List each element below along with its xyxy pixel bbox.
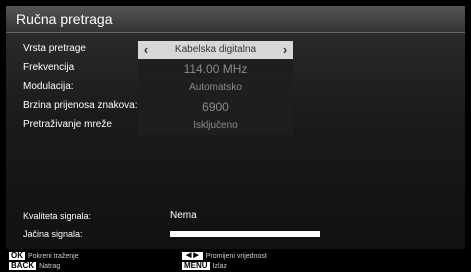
- footer-hints: OK Pokreni traženje BACK Natrag ◀ ▶ Prom…: [6, 250, 465, 272]
- network-search-label: Pretraživanje mreže: [23, 119, 112, 130]
- hint-arrows-text: Promijeni vrijednost: [205, 252, 267, 260]
- search-type-selector[interactable]: ‹ Kabelska digitalna ›: [138, 41, 293, 59]
- hint-back: BACK Natrag: [9, 262, 60, 270]
- search-type-label: Vrsta pretrage: [23, 43, 86, 54]
- row-search-type[interactable]: Vrsta pretrage ‹ Kabelska digitalna ›: [6, 41, 465, 59]
- settings-panel: Vrsta pretrage ‹ Kabelska digitalna › Fr…: [6, 33, 465, 249]
- signal-quality-value: Nema: [170, 210, 197, 221]
- chevron-left-icon[interactable]: ‹: [138, 41, 154, 59]
- hint-menu-text: Izlaz: [212, 262, 227, 270]
- signal-quality-label: Kvaliteta signala:: [23, 211, 92, 221]
- modulation-label: Modulacija:: [23, 81, 74, 92]
- ok-key-icon: OK: [9, 251, 25, 260]
- frequency-label: Frekvencija: [23, 62, 75, 73]
- header-bar: Ručna pretraga: [6, 6, 465, 33]
- symbol-rate-label: Brzina prijenosa znakova:: [23, 100, 138, 111]
- menu-key-icon: MENU: [182, 261, 210, 270]
- network-search-value[interactable]: Isključeno: [138, 117, 293, 135]
- hint-ok: OK Pokreni traženje: [9, 252, 79, 260]
- manual-search-screen: Ručna pretraga Vrsta pretrage ‹ Kabelska…: [0, 0, 471, 272]
- signal-strength-label: Jačina signala:: [23, 229, 83, 239]
- frequency-value[interactable]: 114.00 MHz: [138, 60, 293, 78]
- row-frequency[interactable]: Frekvencija 114.00 MHz: [6, 60, 465, 78]
- search-type-value: Kabelska digitalna: [174, 44, 257, 55]
- symbol-rate-value[interactable]: 6900: [138, 98, 293, 116]
- back-key-icon: BACK: [9, 261, 37, 270]
- hint-arrows: ◀ ▶ Promijeni vrijednost: [182, 252, 267, 260]
- hint-menu: MENU Izlaz: [182, 262, 227, 270]
- signal-strength-bar: [170, 231, 320, 237]
- row-network-search[interactable]: Pretraživanje mreže Isključeno: [6, 117, 465, 135]
- hint-ok-text: Pokreni traženje: [28, 252, 79, 260]
- modulation-value[interactable]: Automatsko: [138, 79, 293, 97]
- left-right-arrows-icon: ◀ ▶: [182, 252, 203, 260]
- chevron-right-icon[interactable]: ›: [277, 41, 293, 59]
- hint-back-text: Natrag: [39, 262, 61, 270]
- row-modulation[interactable]: Modulacija: Automatsko: [6, 79, 465, 97]
- row-symbol-rate[interactable]: Brzina prijenosa znakova: 6900: [6, 98, 465, 116]
- page-title: Ručna pretraga: [16, 11, 113, 27]
